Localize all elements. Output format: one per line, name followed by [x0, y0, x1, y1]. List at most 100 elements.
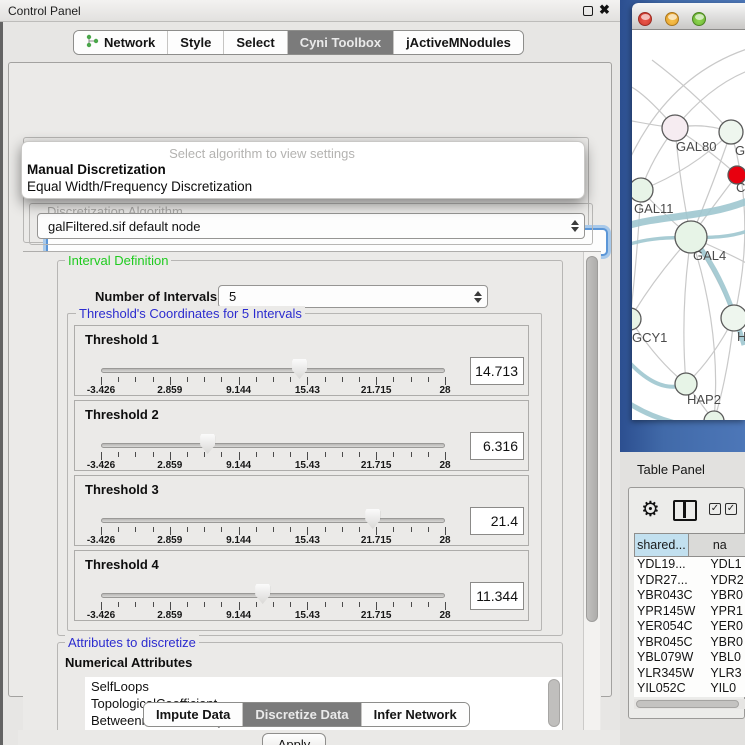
threshold-slider-thumb[interactable] [292, 359, 307, 379]
algorithm-option-equal-width[interactable]: Equal Width/Frequency Discretization [26, 179, 576, 194]
table-row[interactable]: YDL19...YDL1 [634, 557, 745, 573]
tab-impute-data[interactable]: Impute Data [144, 703, 243, 726]
threshold-row: Threshold 4-3.4262.8599.14415.4321.71528… [74, 550, 529, 621]
horizontal-scrollbar-thumb[interactable] [636, 700, 739, 708]
cell-shared-name: YER054C [634, 619, 707, 635]
table-row[interactable]: YBR045CYBR0 [634, 635, 745, 651]
horizontal-scrollbar[interactable] [634, 699, 745, 709]
threshold-value-field[interactable]: 11.344 [470, 582, 524, 610]
tab-select[interactable]: Select [224, 31, 287, 54]
tick-label: 21.715 [361, 460, 392, 471]
apply-row: Apply [18, 730, 620, 745]
tick-label: 15.43 [295, 385, 320, 396]
float-window-icon[interactable] [583, 6, 593, 16]
network-node-gal11[interactable] [632, 178, 653, 202]
checkbox-select-icon[interactable]: ✓ [725, 503, 737, 515]
cell-shared-name: YLR345W [634, 666, 707, 682]
threshold-slider-track[interactable] [101, 443, 445, 448]
tab-cyni-toolbox[interactable]: Cyni Toolbox [288, 31, 394, 54]
threshold-value-field[interactable]: 14.713 [470, 357, 524, 385]
tick-mark [118, 377, 119, 382]
tick-mark [204, 527, 205, 532]
table-row[interactable]: YIL052CYIL0 [634, 681, 745, 697]
network-window: GAL80GACGAL11GAL4GCY1HHAP2 [632, 3, 745, 420]
threshold-value-field[interactable]: 21.4 [470, 507, 524, 535]
apply-button[interactable]: Apply [262, 733, 326, 745]
threshold-label: Threshold 1 [85, 332, 159, 347]
threshold-slider-thumb[interactable] [365, 509, 380, 529]
threshold-label: Threshold 3 [85, 482, 159, 497]
list-item[interactable]: SelfLoops [85, 677, 562, 694]
threshold-slider-track[interactable] [101, 518, 445, 523]
table-row[interactable]: YPR145WYPR1 [634, 604, 745, 620]
network-window-titlebar[interactable] [632, 3, 745, 30]
tick-mark [376, 452, 377, 460]
tick-mark [221, 377, 222, 382]
tab-discretize-data[interactable]: Discretize Data [243, 703, 361, 726]
tab-style[interactable]: Style [168, 31, 224, 54]
tab-label: Impute Data [156, 707, 230, 722]
network-canvas[interactable]: GAL80GACGAL11GAL4GCY1HHAP2 [632, 30, 745, 420]
columns-icon[interactable] [673, 500, 697, 521]
close-icon[interactable]: ✖ [599, 2, 610, 18]
tick-mark [325, 602, 326, 607]
checkbox-select-icon[interactable]: ✓ [709, 503, 721, 515]
cell-shared-name: YDR27... [634, 573, 707, 589]
tab-jactivemnodules[interactable]: jActiveMNodules [394, 31, 523, 54]
tick-mark [256, 527, 257, 532]
table-panel-title: Table Panel [637, 462, 705, 477]
cell-name: YDR2 [707, 573, 745, 589]
tick-label: 28 [439, 460, 450, 471]
number-of-intervals-combobox[interactable]: 5 [218, 285, 488, 308]
close-traffic-light-icon[interactable] [638, 12, 652, 26]
vertical-scrollbar-thumb[interactable] [586, 256, 598, 622]
cell-name: YDL1 [707, 557, 745, 573]
thresholds-group: Threshold's Coordinates for 5 Intervals … [67, 313, 542, 631]
network-node-label: GCY1 [632, 330, 667, 345]
tab-infer-network[interactable]: Infer Network [362, 703, 469, 726]
network-node-h[interactable] [721, 305, 745, 331]
column-header-name[interactable]: na [689, 533, 745, 557]
table-row[interactable]: YBL079WYBL0 [634, 650, 745, 666]
node-table[interactable]: shared... na YDL19...YDL1YDR27...YDR2YBR… [634, 533, 745, 697]
threshold-value-field[interactable]: 6.316 [470, 432, 524, 460]
threshold-label: Threshold 4 [85, 557, 159, 572]
table-data-combobox[interactable]: galFiltered.sif default node [37, 213, 585, 239]
tick-mark [101, 602, 102, 610]
minimize-traffic-light-icon[interactable] [665, 12, 679, 26]
threshold-slider-thumb[interactable] [200, 434, 215, 454]
tab-network[interactable]: Network [74, 31, 168, 54]
tick-label: -3.426 [87, 385, 115, 396]
zoom-traffic-light-icon[interactable] [692, 12, 706, 26]
tick-mark [428, 602, 429, 607]
tick-label: 21.715 [361, 385, 392, 396]
tick-mark [307, 527, 308, 535]
threshold-slider-thumb[interactable] [255, 584, 270, 604]
network-node-gal80[interactable] [662, 115, 688, 141]
table-row[interactable]: YBR043CYBR0 [634, 588, 745, 604]
tick-mark [325, 452, 326, 457]
cell-shared-name: YIL052C [634, 681, 707, 697]
table-header-row: shared... na [634, 533, 745, 557]
column-header-shared-name[interactable]: shared... [634, 533, 689, 557]
table-row[interactable]: YDR27...YDR2 [634, 573, 745, 589]
gear-icon[interactable]: ⚙ [641, 497, 660, 522]
tick-mark [411, 452, 412, 457]
tick-mark [307, 602, 308, 610]
network-node-gcy1[interactable] [632, 308, 641, 330]
tick-label: -3.426 [87, 460, 115, 471]
table-row[interactable]: YLR345WYLR3 [634, 666, 745, 682]
combobox-stepper-icon [469, 291, 487, 303]
list-scrollbar[interactable] [548, 679, 560, 727]
algorithm-option-manual[interactable]: Manual Discretization [26, 162, 576, 177]
threshold-slider-track[interactable] [101, 368, 445, 373]
control-panel-title: Control Panel [8, 4, 81, 18]
threshold-slider-track[interactable] [101, 593, 445, 598]
tick-label: 9.144 [226, 535, 251, 546]
vertical-scrollbar[interactable] [583, 252, 600, 745]
tick-label: -3.426 [87, 535, 115, 546]
cell-name: YPR1 [707, 604, 745, 620]
cell-name: YBR0 [707, 588, 745, 604]
network-node-ga[interactable] [719, 120, 743, 144]
table-row[interactable]: YER054CYER0 [634, 619, 745, 635]
